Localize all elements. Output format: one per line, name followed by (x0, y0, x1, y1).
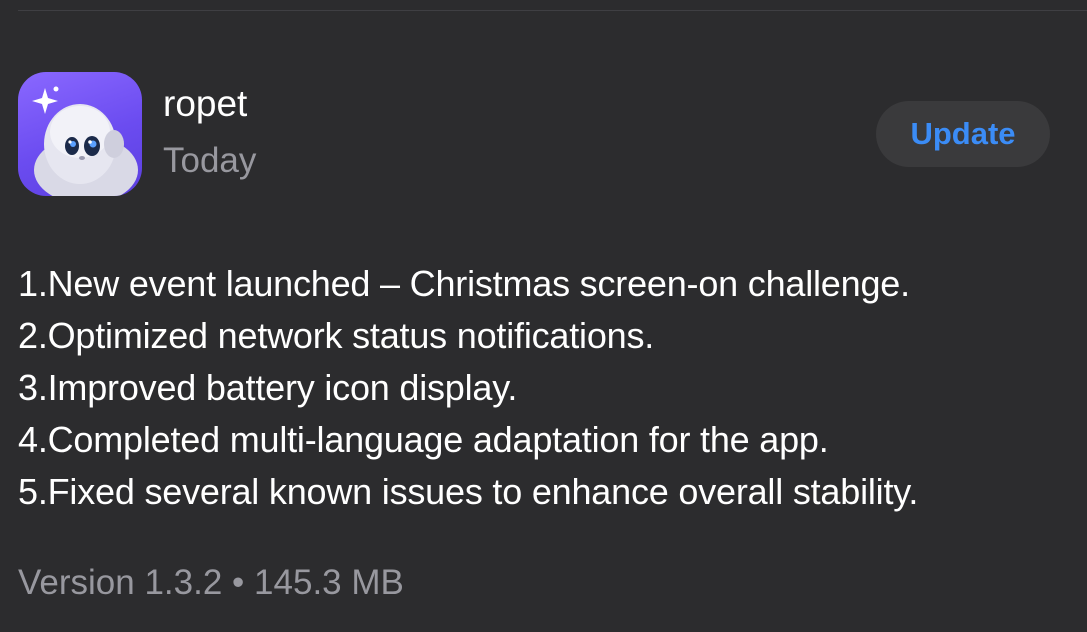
release-notes: 1.New event launched – Christmas screen-… (18, 258, 918, 518)
app-size: 145.3 MB (254, 563, 404, 602)
version-number: Version 1.3.2 (18, 563, 223, 602)
release-note-item: 3.Improved battery icon display. (18, 367, 518, 408)
version-separator: • (232, 563, 245, 602)
version-info: Version 1.3.2 • 145.3 MB (18, 561, 404, 605)
release-note-item: 4.Completed multi-language adaptation fo… (18, 419, 829, 460)
release-note-item: 2.Optimized network status notifications… (18, 315, 655, 356)
app-update-card: ropet Today Update 1.New event launched … (0, 0, 1087, 632)
ropet-mascot-icon (32, 86, 138, 196)
app-name: ropet (163, 83, 248, 124)
top-divider (18, 10, 1087, 11)
release-note-item: 5.Fixed several known issues to enhance … (18, 471, 919, 512)
ropet-app-icon[interactable] (18, 72, 142, 196)
update-button[interactable]: Update (876, 101, 1050, 167)
app-update-date: Today (163, 141, 257, 180)
release-note-item: 1.New event launched – Christmas screen-… (18, 263, 910, 304)
